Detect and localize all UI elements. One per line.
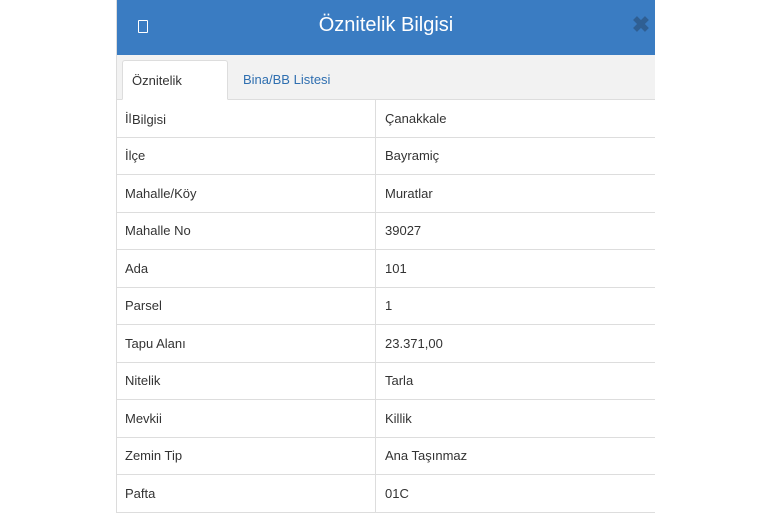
attribute-key: İlçe — [117, 137, 376, 175]
attribute-table: İl Çanakkale İlçe Bayramiç Mahalle/Köy M… — [117, 100, 655, 513]
table-row: Nitelik Tarla — [117, 362, 655, 400]
table-row: Mahalle/Köy Muratlar — [117, 174, 655, 213]
attribute-value: 23.371,00 — [375, 324, 655, 363]
attribute-key: Mahalle/Köy — [117, 174, 376, 213]
attribute-value: Tarla — [375, 362, 655, 400]
table-row: Mevkii Killik — [117, 399, 655, 438]
tab-bar: Öznitelik Bilgisi Bina/BB Listesi — [117, 55, 655, 127]
attribute-value: Bayramiç — [375, 137, 655, 175]
attribute-value: Ana Taşınmaz — [375, 437, 655, 475]
attribute-value: 1 — [375, 287, 655, 325]
attribute-value: Killik — [375, 399, 655, 438]
table-row: Mahalle No 39027 — [117, 212, 655, 250]
tab-building-list[interactable]: Bina/BB Listesi — [234, 60, 339, 99]
attribute-key: Parsel — [117, 287, 376, 325]
table-row: Zemin Tip Ana Taşınmaz — [117, 437, 655, 475]
table-row: Tapu Alanı 23.371,00 — [117, 324, 655, 363]
attribute-value: 01C — [375, 474, 655, 513]
close-icon[interactable]: ✖ — [631, 12, 651, 38]
attribute-value: 101 — [375, 249, 655, 288]
table-row: Parsel 1 — [117, 287, 655, 325]
table-row: İl Çanakkale — [117, 100, 655, 138]
attribute-info-panel: Öznitelik Bilgisi ✖ Öznitelik Bilgisi Bi… — [116, 0, 655, 513]
attribute-value: 39027 — [375, 212, 655, 250]
panel-header: Öznitelik Bilgisi ✖ — [117, 0, 655, 55]
tab-attribute-info[interactable]: Öznitelik Bilgisi — [122, 60, 228, 127]
table-row: Pafta 01C — [117, 474, 655, 513]
attribute-key: Zemin Tip — [117, 437, 376, 475]
attribute-key: Mahalle No — [117, 212, 376, 250]
attribute-key: Ada — [117, 249, 376, 288]
panel-title: Öznitelik Bilgisi — [318, 14, 454, 36]
attribute-value: Çanakkale — [375, 100, 655, 138]
attribute-value: Muratlar — [375, 174, 655, 213]
table-row: Ada 101 — [117, 249, 655, 288]
attribute-key: Mevkii — [117, 399, 376, 438]
attribute-key: Nitelik — [117, 362, 376, 400]
table-row: İlçe Bayramiç — [117, 137, 655, 175]
attribute-key: Pafta — [117, 474, 376, 513]
attribute-key: Tapu Alanı — [117, 324, 376, 363]
